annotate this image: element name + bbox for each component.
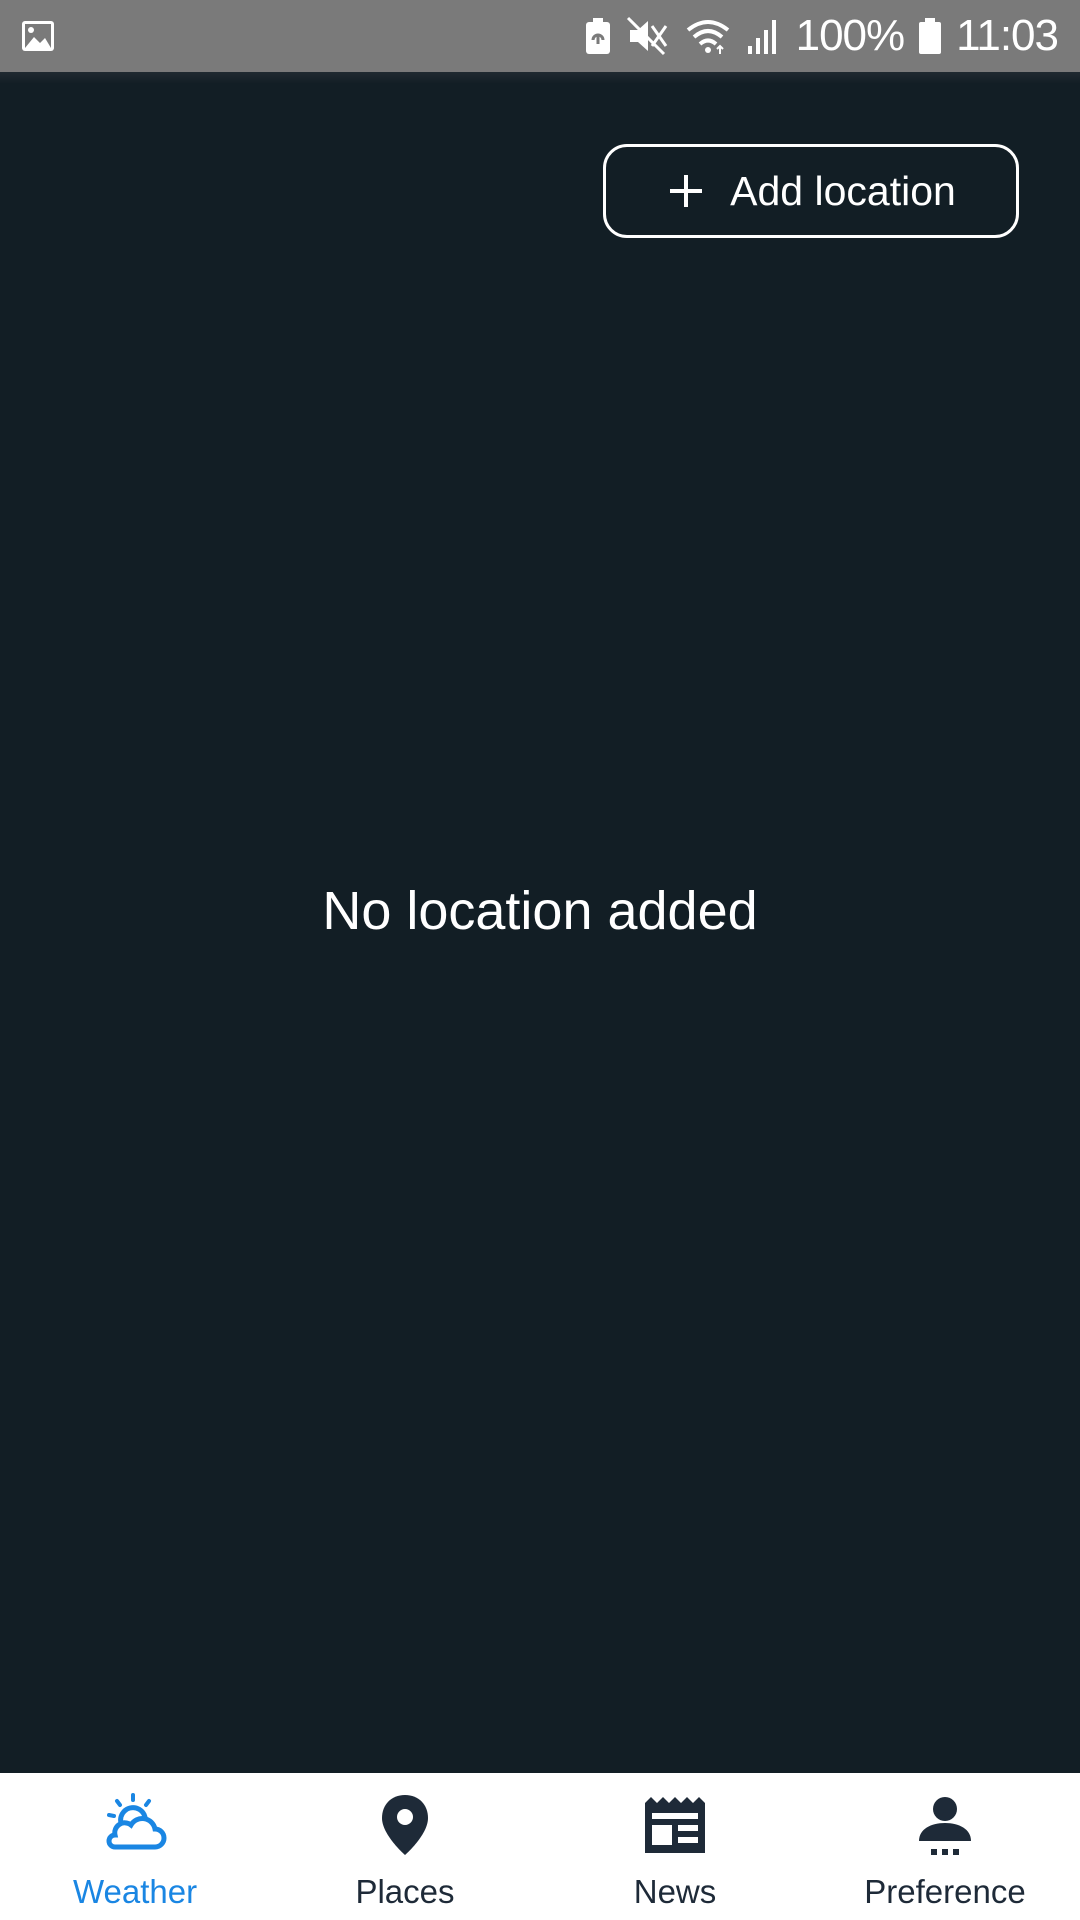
- nav-item-preference[interactable]: Preference: [810, 1773, 1080, 1920]
- nav-label-weather: Weather: [72, 1873, 198, 1910]
- mute-icon: [626, 16, 667, 56]
- signal-icon: [747, 20, 776, 54]
- status-time: 11:03: [956, 11, 1059, 60]
- nav-item-news[interactable]: News: [540, 1773, 810, 1920]
- gallery-icon: [22, 21, 54, 51]
- status-bar-shadow: [0, 72, 1080, 84]
- status-bar: 100% 11:03: [0, 0, 1080, 72]
- nav-item-places[interactable]: Places: [270, 1773, 540, 1920]
- battery-percent: 100%: [795, 11, 906, 60]
- add-location-label: Add location: [730, 167, 956, 214]
- weather-icon: [106, 1793, 167, 1850]
- nav-label-places: Places: [355, 1873, 455, 1910]
- battery-saver-icon: [585, 18, 610, 54]
- empty-state-message: No location added: [322, 881, 758, 941]
- main-content: Add location No location added: [0, 72, 1080, 1773]
- battery-icon: [919, 18, 942, 54]
- nav-item-weather[interactable]: Weather: [0, 1773, 270, 1920]
- nav-label-preference: Preference: [864, 1873, 1026, 1910]
- news-icon: [645, 1797, 705, 1853]
- person-icon: [919, 1797, 971, 1855]
- plus-icon: [670, 175, 703, 207]
- nav-label-news: News: [633, 1873, 717, 1910]
- add-location-button[interactable]: Add location: [603, 144, 1019, 238]
- location-pin-icon: [382, 1795, 428, 1855]
- wifi-icon: [686, 20, 729, 54]
- bottom-navigation: Weather Places News Preference: [0, 1773, 1080, 1920]
